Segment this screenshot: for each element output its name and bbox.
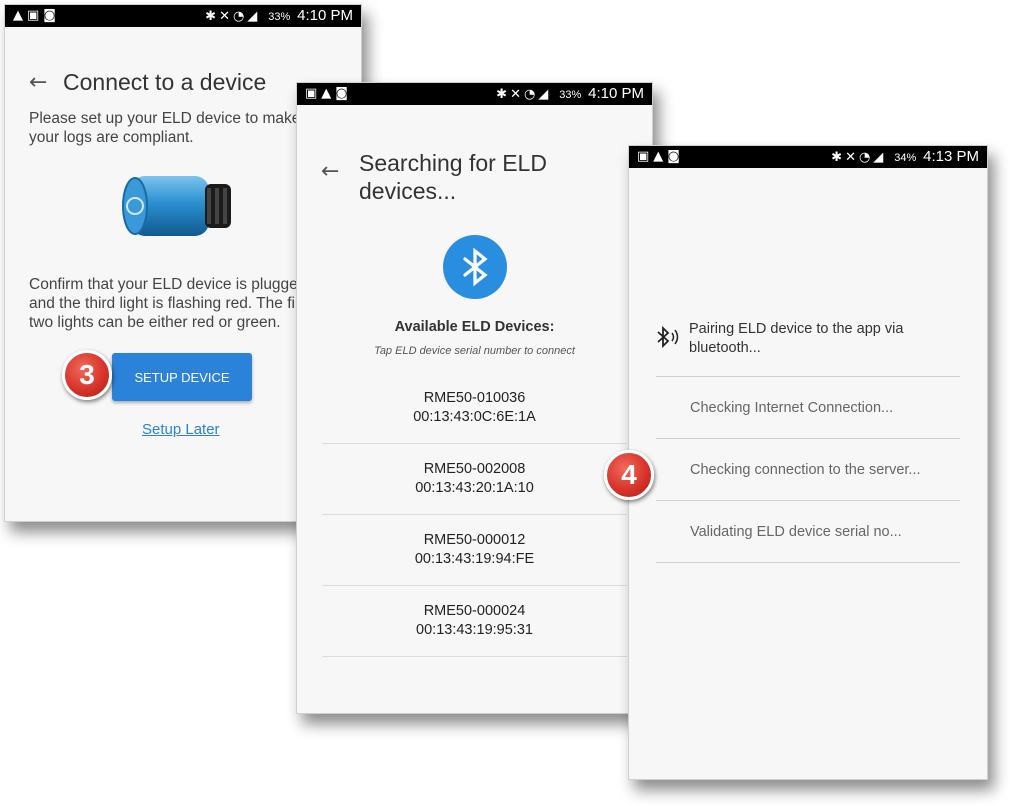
check-server: Checking connection to the server... xyxy=(656,439,960,501)
device-mac: 00:13:43:20:1A:10 xyxy=(415,480,534,496)
battery-level: 33% xyxy=(559,89,582,101)
back-arrow-icon[interactable]: ← xyxy=(321,149,359,205)
device-serial: RME50-010036 xyxy=(423,390,526,406)
step-4-badge: 4 xyxy=(604,450,654,500)
pairing-screen: ▣▲◙ ✱✕◔◢ 34% 4:13 PM Pairing ELD device … xyxy=(628,145,988,780)
bluetooth-connecting-icon xyxy=(655,325,689,354)
step-3-badge: 3 xyxy=(62,350,112,400)
pairing-status: Pairing ELD device to the app via blueto… xyxy=(655,320,959,358)
notification-icons: ▣▲◙ xyxy=(637,149,684,164)
searching-devices-screen: ▣▲◙ ✱✕◔◢ 33% 4:10 PM ← Searching for ELD… xyxy=(296,82,653,714)
status-bar: ▣▲◙ ✱✕◔◢ 33% 4:10 PM xyxy=(297,83,652,105)
device-list-item[interactable]: RME50-000024 00:13:43:19:95:31 xyxy=(322,586,627,657)
device-list-item[interactable]: RME50-010036 00:13:43:0C:6E:1A xyxy=(322,373,627,444)
status-time: 4:10 PM xyxy=(297,7,353,24)
device-serial: RME50-000012 xyxy=(423,532,526,548)
header: ← Connect to a device xyxy=(29,69,266,96)
check-serial: Validating ELD device serial no... xyxy=(656,501,960,563)
check-internet: Checking Internet Connection... xyxy=(656,377,960,439)
device-list-item[interactable]: RME50-002008 00:13:43:20:1A:10 xyxy=(322,444,627,515)
header: ← Searching for ELD devices... xyxy=(321,149,547,205)
device-list-item[interactable]: RME50-000012 00:13:43:19:94:FE xyxy=(322,515,627,586)
status-time: 4:13 PM xyxy=(923,148,979,165)
eld-device-image xyxy=(122,176,231,236)
pairing-text: Pairing ELD device to the app via blueto… xyxy=(689,321,904,356)
status-time: 4:10 PM xyxy=(588,85,644,102)
device-mac: 00:13:43:19:95:31 xyxy=(416,622,533,638)
page-title: Connect to a device xyxy=(63,69,267,95)
connection-checks: Checking Internet Connection... Checking… xyxy=(656,376,960,563)
setup-device-button[interactable]: SETUP DEVICE xyxy=(112,353,252,401)
device-list: RME50-010036 00:13:43:0C:6E:1A RME50-002… xyxy=(322,373,627,657)
device-serial: RME50-002008 xyxy=(423,461,526,477)
status-icons: ✱✕◔◢ xyxy=(496,87,552,102)
back-arrow-icon[interactable]: ← xyxy=(29,70,63,95)
device-serial: RME50-000024 xyxy=(423,603,526,619)
status-icons: ✱✕◔◢ xyxy=(205,9,261,24)
bluetooth-icon xyxy=(443,235,507,299)
setup-later-link[interactable]: Setup Later xyxy=(142,421,220,438)
connect-hint: Tap ELD device serial number to connect xyxy=(374,345,575,357)
status-bar: ▣▲◙ ✱✕◔◢ 34% 4:13 PM xyxy=(629,146,987,168)
notification-icons: ▲▣◙ xyxy=(13,8,60,23)
device-mac: 00:13:43:0C:6E:1A xyxy=(413,409,536,425)
page-title: Searching for ELD devices... xyxy=(359,150,547,204)
status-bar: ▲▣◙ ✱✕◔◢ 33% 4:10 PM xyxy=(5,5,361,27)
battery-level: 33% xyxy=(268,11,291,23)
notification-icons: ▣▲◙ xyxy=(305,86,352,101)
device-mac: 00:13:43:19:94:FE xyxy=(414,551,535,567)
status-icons: ✱✕◔◢ xyxy=(831,150,887,165)
battery-level: 34% xyxy=(894,152,917,164)
available-devices-heading: Available ELD Devices: xyxy=(394,319,555,335)
